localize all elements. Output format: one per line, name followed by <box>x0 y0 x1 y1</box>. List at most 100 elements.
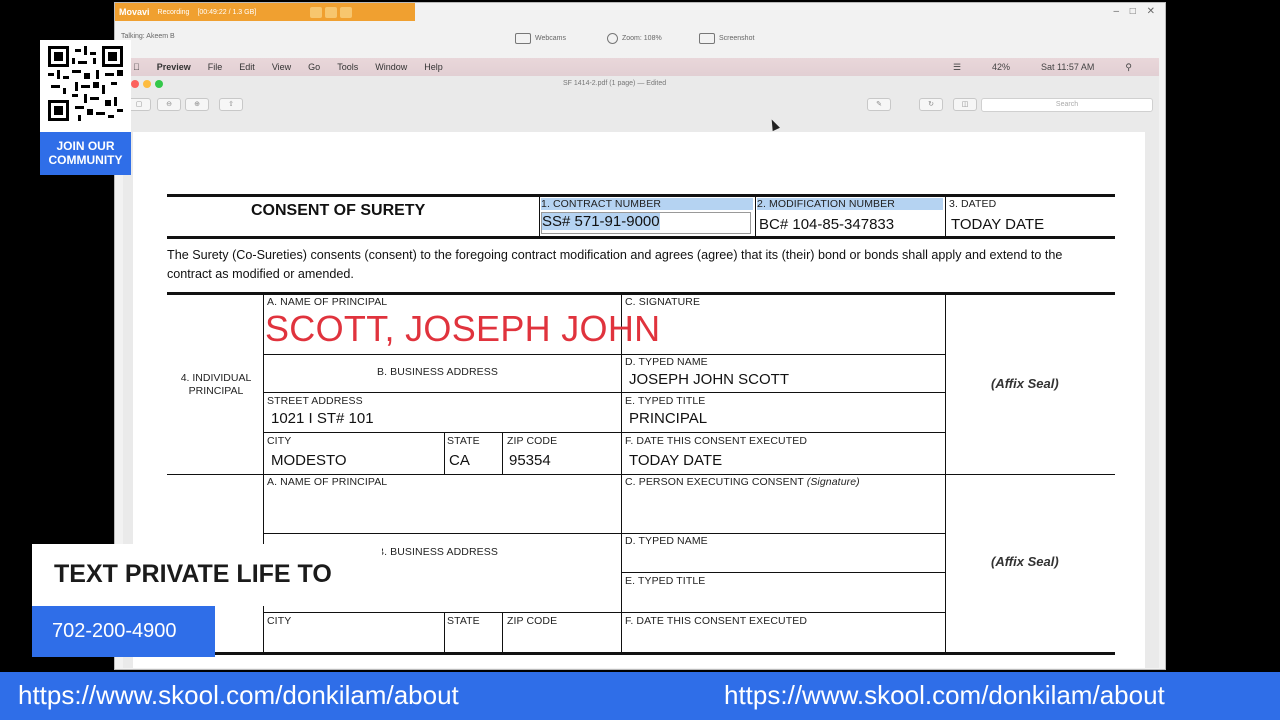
menu-window[interactable]: Window <box>375 62 407 72</box>
promo-text: TEXT PRIVATE LIFE TO <box>54 560 332 588</box>
rule <box>167 194 1115 197</box>
menu-file[interactable]: File <box>208 62 223 72</box>
minimize-window-icon[interactable] <box>143 80 151 88</box>
close-window-icon[interactable] <box>131 80 139 88</box>
rule <box>167 652 1115 655</box>
individual-principal-label: 4. INDIVIDUAL PRINCIPAL <box>180 372 252 397</box>
typed-name-value[interactable]: JOSEPH JOHN SCOTT <box>629 371 789 388</box>
share-button[interactable]: ⇧ <box>219 98 243 111</box>
rule <box>167 474 1115 475</box>
webcams-button[interactable]: Webcams <box>515 33 566 44</box>
close-recorder-button[interactable] <box>340 6 353 18</box>
screenshot-label: Screenshot <box>719 35 755 42</box>
magnifier-icon <box>607 33 618 44</box>
menubar-clock[interactable]: Sat 11:57 AM <box>1041 62 1094 73</box>
rule <box>539 194 540 236</box>
menu-help[interactable]: Help <box>424 62 443 72</box>
affix-seal-individual: (Affix Seal) <box>991 376 1059 391</box>
principal-name-value[interactable]: SCOTT, JOSEPH JOHN <box>265 308 660 350</box>
battery-level[interactable]: 42% <box>992 62 1010 73</box>
rule <box>167 236 1115 239</box>
wifi-icon[interactable]: ☰ <box>953 62 961 73</box>
rule <box>502 612 503 652</box>
name-of-principal-label: a. NAME OF PRINCIPAL <box>267 296 388 308</box>
contract-number-field[interactable]: SS# 571-91-9000 <box>541 212 751 234</box>
recorder-logo: Movavi <box>119 7 150 17</box>
rule <box>167 292 1115 295</box>
modification-number-label: 2. MODIFICATION NUMBER <box>757 198 943 210</box>
affix-seal-corporate: (Affix Seal) <box>991 554 1059 569</box>
dated-value[interactable]: TODAY DATE <box>951 216 1044 233</box>
qr-code-icon <box>48 46 123 121</box>
stream-frame: Movavi Recording [00:49:22 / 1.3 GB] – □… <box>0 0 1280 720</box>
typed-name-label: d. TYPED NAME <box>625 356 708 368</box>
typed-title-value[interactable]: PRINCIPAL <box>629 410 707 427</box>
street-address-value[interactable]: 1021 I ST# 101 <box>271 410 374 427</box>
signature-hint: (Signature) <box>806 476 860 488</box>
menu-view[interactable]: View <box>272 62 291 72</box>
status-area: ☰ 42% Sat 11:57 AM ⚲ <box>953 62 1149 73</box>
signature-label: c. SIGNATURE <box>625 296 701 308</box>
webcams-label: Webcams <box>535 35 566 42</box>
date-executed-value[interactable]: TODAY DATE <box>629 452 722 469</box>
menu-tools[interactable]: Tools <box>337 62 358 72</box>
business-address-label: b. BUSINESS ADDRESS <box>377 366 498 378</box>
pause-button[interactable] <box>310 6 323 18</box>
join-community-caption: JOIN OUR COMMUNITY <box>40 132 131 175</box>
corp-business-address-label: b. BUSINESS ADDRESS <box>377 546 498 558</box>
corp-typed-title-label: e. TYPED TITLE <box>625 575 706 587</box>
zip-code-label: ZIP CODE <box>507 435 558 447</box>
corp-typed-name-label: d. TYPED NAME <box>625 535 708 547</box>
rule <box>263 392 945 393</box>
zoom-label: Zoom: 108% <box>622 35 662 42</box>
consent-paragraph: The Surety (Co-Sureties) consents (conse… <box>167 248 1063 281</box>
person-executing-text: c. PERSON EXECUTING CONSENT <box>625 476 804 488</box>
rule <box>755 194 756 236</box>
corp-name-of-principal-label: a. NAME OF PRINCIPAL <box>267 476 388 488</box>
qr-code-panel[interactable]: JOIN OUR COMMUNITY <box>40 40 131 175</box>
window-controls[interactable]: – □ ✕ <box>1113 6 1159 17</box>
recorder-titlebar: Movavi Recording [00:49:22 / 1.3 GB] <box>115 3 415 21</box>
state-value[interactable]: CA <box>449 452 470 469</box>
form-title: CONSENT OF SURETY <box>251 202 426 219</box>
menu-go[interactable]: Go <box>308 62 320 72</box>
stop-button[interactable] <box>325 6 338 18</box>
rule <box>444 612 445 652</box>
spotlight-icon[interactable]: ⚲ <box>1125 62 1132 73</box>
zoom-window-icon[interactable] <box>155 80 163 88</box>
mac-menubar:  Preview File Edit View Go Tools Window… <box>123 58 1159 76</box>
markup-button[interactable]: ✎ <box>867 98 891 111</box>
menu-preview[interactable]: Preview <box>157 62 191 72</box>
rule <box>263 612 945 613</box>
bottom-url-ticker: https://www.skool.com/donkilam/about htt… <box>0 672 1280 720</box>
street-address-label: STREET ADDRESS <box>267 395 363 407</box>
modification-number-value[interactable]: BC# 104-85-347833 <box>759 216 894 233</box>
zoom-out-button[interactable]: ⊖ <box>157 98 181 111</box>
toolbox-button[interactable]: ◫ <box>953 98 977 111</box>
city-label: CITY <box>267 435 292 447</box>
rotate-button[interactable]: ↻ <box>919 98 943 111</box>
rule <box>621 572 945 573</box>
promo-banner: TEXT PRIVATE LIFE TO <box>32 544 382 606</box>
menu-edit[interactable]: Edit <box>239 62 255 72</box>
contract-number-value: SS# 571-91-9000 <box>542 213 660 230</box>
rule <box>945 194 946 236</box>
state-label: STATE <box>447 435 480 447</box>
screenshot-button[interactable]: Screenshot <box>699 33 754 44</box>
preview-toolbar: ▢ ⊖ ⊕ ⇧ ✎ ↻ ◫ Search <box>123 96 1159 114</box>
webcam-icon <box>515 33 531 44</box>
url-link-left[interactable]: https://www.skool.com/donkilam/about <box>18 680 459 711</box>
city-value[interactable]: MODESTO <box>271 452 347 469</box>
rule <box>502 432 503 474</box>
phone-number-banner[interactable]: 702-200-4900 <box>32 606 215 657</box>
rule <box>263 354 945 355</box>
url-link-right[interactable]: https://www.skool.com/donkilam/about <box>724 680 1165 711</box>
apple-icon[interactable]:  <box>133 62 140 72</box>
rule <box>444 432 445 474</box>
zip-code-value[interactable]: 95354 <box>509 452 551 469</box>
document-title: SF 1414-2.pdf (1 page) — Edited <box>563 80 667 87</box>
search-field[interactable]: Search <box>981 98 1153 112</box>
zoom-in-button[interactable]: ⊕ <box>185 98 209 111</box>
zoom-button[interactable]: Zoom: 108% <box>607 33 662 44</box>
recorder-controls <box>310 6 353 18</box>
